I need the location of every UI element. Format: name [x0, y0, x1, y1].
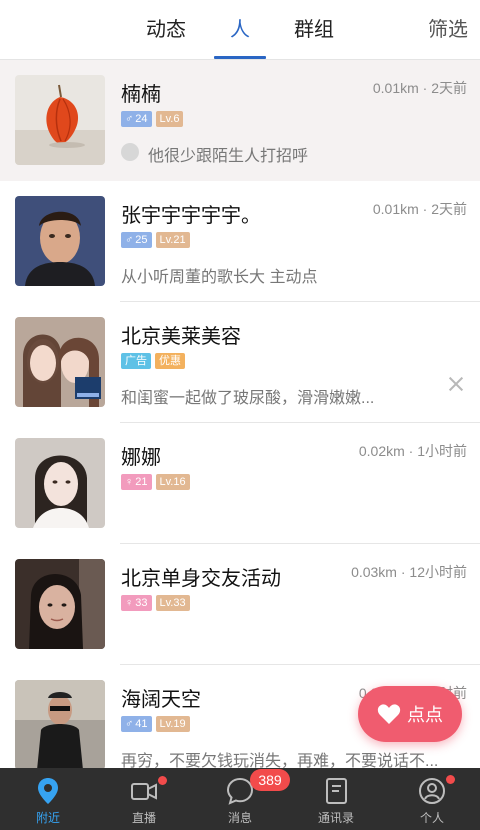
distance-time: 0.02km · 1小时前 — [358, 443, 467, 459]
like-button[interactable]: 点点 — [358, 686, 462, 742]
like-button-label: 点点 — [407, 705, 443, 725]
user-icon — [419, 778, 445, 804]
tab-groups[interactable]: 群组 — [294, 14, 334, 46]
badges: ♂ 41 Lv.19 — [121, 716, 190, 734]
person-name: 北京单身交友活动 — [121, 568, 281, 590]
address-book-icon — [326, 778, 347, 804]
voice-icon — [121, 143, 139, 161]
distance-time: 0.01km · 2天前 — [372, 201, 467, 217]
status-text: 他很少跟陌生人打招呼 — [148, 148, 309, 165]
tab-moments[interactable]: 动态 — [146, 14, 186, 46]
filter-button[interactable]: 筛选 — [428, 14, 468, 46]
list-item[interactable]: 娜娜 0.02km · 1小时前 ♀ 21 Lv.16 — [0, 423, 480, 544]
avatar[interactable] — [15, 75, 105, 165]
notification-dot — [158, 776, 167, 785]
level-badge: Lv.33 — [155, 595, 190, 611]
nav-nearby[interactable]: 附近 — [0, 768, 96, 830]
person-name: 娜娜 — [121, 447, 161, 469]
list-item[interactable]: 楠楠 0.01km · 2天前 ♂ 24 Lv.6 他很少跟陌生人打招呼 — [0, 60, 480, 181]
advertiser-name: 北京美莱美容 — [121, 326, 241, 348]
badges: ♀ 33 Lv.33 — [121, 595, 190, 613]
list-item[interactable]: 北京单身交友活动 0.03km · 12小时前 ♀ 33 Lv.33 — [0, 544, 480, 665]
ad-text: 和闺蜜一起做了玻尿酸，滑滑嫩嫩... — [121, 390, 375, 407]
nav-label: 个人 — [419, 811, 444, 825]
person-name: 海阔天空 — [121, 689, 201, 711]
person-name: 楠楠 — [121, 84, 161, 106]
male-icon: ♂ — [125, 234, 134, 246]
badges: ♂ 25 Lv.21 — [121, 232, 190, 250]
bottom-nav: 附近 直播 消息 389 通讯录 个人 — [0, 768, 480, 830]
video-camera-icon — [131, 783, 157, 800]
level-badge: Lv.16 — [155, 474, 190, 490]
promo-badge: 优惠 — [155, 353, 185, 369]
avatar[interactable] — [15, 317, 105, 407]
location-pin-icon — [38, 778, 58, 804]
badges: ♂ 24 Lv.6 — [121, 111, 184, 129]
gender-age-badge: ♂ 25 — [121, 232, 152, 248]
nav-label: 消息 — [227, 811, 252, 825]
top-tab-bar: 动态 人 群组 筛选 — [0, 0, 480, 60]
badges: ♀ 21 Lv.16 — [121, 474, 190, 492]
message-count-badge: 389 — [250, 769, 290, 791]
gender-age-badge: ♂ 41 — [121, 716, 152, 732]
male-icon: ♂ — [125, 718, 134, 730]
distance-time: 0.03km · 12小时前 — [351, 564, 467, 580]
nav-label: 附近 — [35, 811, 60, 825]
list-item-ad[interactable]: 北京美莱美容 广告 优惠 和闺蜜一起做了玻尿酸，滑滑嫩嫩... — [0, 302, 480, 423]
status-text: 从小听周董的歌长大 主动点 — [121, 269, 318, 286]
level-badge: Lv.19 — [155, 716, 190, 732]
level-badge: Lv.21 — [155, 232, 190, 248]
gender-age-badge: ♀ 21 — [121, 474, 152, 490]
nav-label: 通讯录 — [317, 811, 354, 825]
nav-label: 直播 — [131, 811, 156, 825]
heart-icon — [377, 704, 401, 724]
gender-age-badge: ♂ 24 — [121, 111, 152, 127]
nav-profile[interactable]: 个人 — [384, 768, 480, 830]
avatar[interactable] — [15, 559, 105, 649]
ad-badge: 广告 — [121, 353, 151, 369]
female-icon: ♀ — [125, 476, 134, 488]
male-icon: ♂ — [125, 113, 134, 125]
level-badge: Lv.6 — [155, 111, 184, 127]
person-name: 张宇宇宇宇宇。 — [121, 205, 261, 227]
avatar[interactable] — [15, 438, 105, 528]
badges: 广告 优惠 — [121, 353, 185, 371]
avatar[interactable] — [15, 196, 105, 286]
nav-live[interactable]: 直播 — [96, 768, 192, 830]
tab-people[interactable]: 人 — [220, 14, 260, 46]
avatar[interactable] — [15, 680, 105, 768]
people-list: 楠楠 0.01km · 2天前 ♂ 24 Lv.6 他很少跟陌生人打招呼 张宇宇宇… — [0, 60, 480, 768]
female-icon: ♀ — [125, 597, 134, 609]
list-item[interactable]: 张宇宇宇宇宇。 0.01km · 2天前 ♂ 25 Lv.21 从小听周董的歌长大… — [0, 181, 480, 302]
active-tab-indicator — [214, 56, 266, 59]
notification-dot — [446, 775, 455, 784]
distance-time: 0.01km · 2天前 — [372, 80, 467, 96]
gender-age-badge: ♀ 33 — [121, 595, 152, 611]
close-icon[interactable] — [448, 376, 464, 392]
nav-contacts[interactable]: 通讯录 — [288, 768, 384, 830]
status-text: 再穷，不要欠钱玩消失，再难，不要说话不... — [121, 753, 439, 768]
